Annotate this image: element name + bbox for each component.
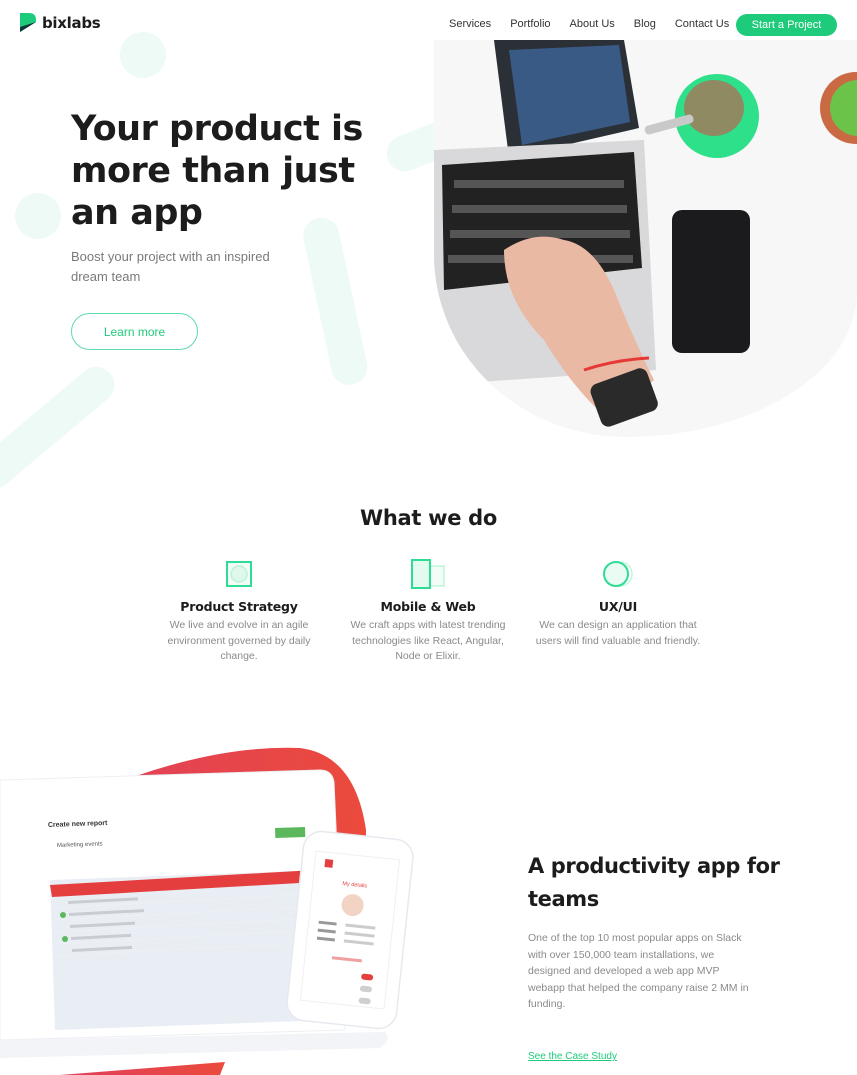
strategy-icon xyxy=(154,558,324,590)
brand-name: bixlabs xyxy=(42,13,101,32)
deco-pill xyxy=(300,214,371,389)
nav-portfolio[interactable]: Portfolio xyxy=(510,18,550,30)
phone-mockup: My details xyxy=(286,830,414,1030)
hero-subtitle: Boost your project with an inspired drea… xyxy=(71,249,270,284)
nav-contact-us[interactable]: Contact Us xyxy=(675,18,729,30)
nav-blog[interactable]: Blog xyxy=(634,18,656,30)
service-description: We live and evolve in an agile environme… xyxy=(167,619,311,662)
service-mobile-web: Mobile & Web We craft apps with latest t… xyxy=(343,558,513,665)
design-icon xyxy=(533,558,703,590)
service-description: We craft apps with latest trending techn… xyxy=(350,619,506,662)
deco-pill xyxy=(0,359,122,497)
deco-circle xyxy=(15,193,61,239)
service-title: Mobile & Web xyxy=(380,599,476,614)
devices-icon xyxy=(343,558,513,590)
hero-title: Your product is more than just an app xyxy=(71,109,363,233)
case-study-body: One of the top 10 most popular apps on S… xyxy=(528,932,749,1010)
phone xyxy=(672,210,750,353)
what-we-do-title: What we do xyxy=(359,506,498,530)
hero-image xyxy=(434,40,857,437)
see-case-study-link[interactable]: See the Case Study xyxy=(528,1051,617,1062)
case-study-title: A productivity app for teams xyxy=(528,854,780,911)
service-ux-ui: UX/UI We can design an application that … xyxy=(533,558,703,649)
start-project-button[interactable]: Start a Project xyxy=(736,14,837,36)
service-product-strategy: Product Strategy We live and evolve in a… xyxy=(154,558,324,665)
service-description: We can design an application that users … xyxy=(535,619,701,647)
nav-services[interactable]: Services xyxy=(449,18,491,30)
logo[interactable]: bixlabs xyxy=(20,13,101,32)
case-study-mockup: Create new report Marketing events My de… xyxy=(0,740,430,1075)
learn-more-button[interactable]: Learn more xyxy=(71,313,198,350)
logo-mark-icon xyxy=(20,13,36,32)
service-title: UX/UI xyxy=(598,599,638,614)
nav-about-us[interactable]: About Us xyxy=(570,18,615,30)
site-header: bixlabs Services Portfolio About Us Blog… xyxy=(0,0,857,50)
main-nav: Services Portfolio About Us Blog Contact… xyxy=(449,18,729,30)
service-title: Product Strategy xyxy=(180,599,298,614)
